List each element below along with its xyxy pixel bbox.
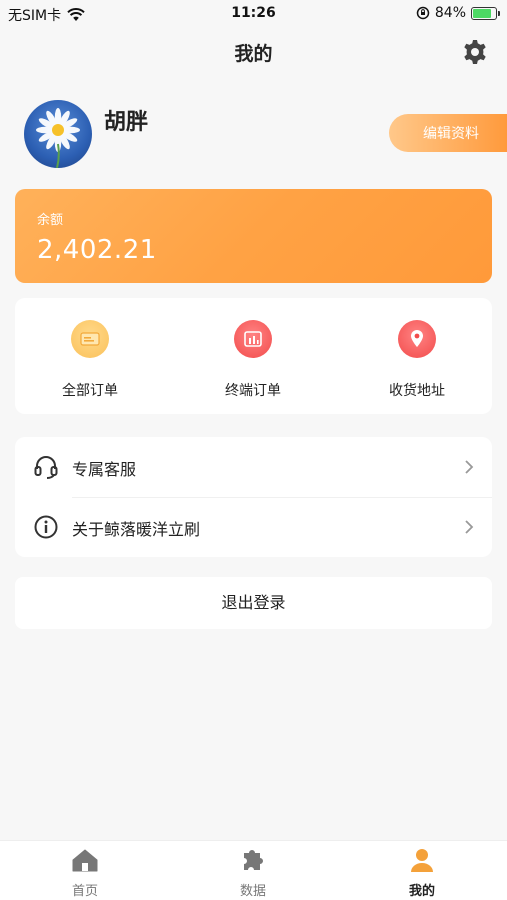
battery-fill xyxy=(473,8,491,18)
headset-icon xyxy=(34,456,58,479)
battery-percent: 84% xyxy=(434,5,466,21)
terminal-orders-icon xyxy=(234,320,272,358)
gear-icon xyxy=(464,40,486,64)
balance-value: 2,402.21 xyxy=(37,235,157,265)
user-icon xyxy=(411,849,433,872)
address-button[interactable]: 收货地址 xyxy=(352,316,482,406)
status-right: 84% xyxy=(416,5,500,21)
page-title: 我的 xyxy=(234,43,273,65)
status-bar: 无SIM卡 11:26 84% xyxy=(0,0,507,28)
address-icon xyxy=(398,320,436,358)
terminal-orders-label: 终端订单 xyxy=(225,383,281,399)
user-name: 胡胖 xyxy=(104,110,149,135)
puzzle-icon xyxy=(244,850,263,870)
tab-mine-label: 我的 xyxy=(408,884,435,899)
menu-label-about: 关于鲸落暖洋立刷 xyxy=(72,520,201,539)
balance-label: 余额 xyxy=(37,213,64,228)
logout-button[interactable]: 退出登录 xyxy=(15,577,492,629)
menu-item-about[interactable]: 关于鲸落暖洋立刷 xyxy=(15,497,492,557)
chevron-right-icon xyxy=(465,520,474,534)
menu-label-customer-service: 专属客服 xyxy=(72,460,137,479)
daisy-avatar-image xyxy=(36,108,80,168)
profile-section: 胡胖 编辑资料 xyxy=(0,96,507,176)
orders-card: 全部订单 终端订单 收货地址 xyxy=(15,298,492,414)
settings-button[interactable] xyxy=(461,38,489,66)
menu-item-customer-service[interactable]: 专属客服 xyxy=(15,437,492,498)
menu-card: 专属客服 关于鲸落暖洋立刷 xyxy=(15,437,492,557)
tab-data-label: 数据 xyxy=(239,884,266,899)
edit-profile-button[interactable]: 编辑资料 xyxy=(389,114,507,152)
chevron-right-icon xyxy=(465,460,474,474)
rotation-lock-icon xyxy=(416,6,430,20)
avatar[interactable] xyxy=(24,100,92,168)
info-icon xyxy=(34,515,58,539)
tab-bar: 首页 数据 我的 xyxy=(0,840,507,900)
home-icon xyxy=(72,849,98,872)
balance-card[interactable]: 余额 2,402.21 xyxy=(15,189,492,283)
tab-data[interactable]: 数据 xyxy=(203,847,303,899)
all-orders-icon xyxy=(71,320,109,358)
terminal-orders-button[interactable]: 终端订单 xyxy=(188,316,318,406)
all-orders-button[interactable]: 全部订单 xyxy=(25,316,155,406)
battery-icon xyxy=(471,6,500,20)
tab-mine[interactable]: 我的 xyxy=(372,847,472,899)
address-label: 收货地址 xyxy=(389,383,445,399)
tab-home[interactable]: 首页 xyxy=(35,847,135,899)
nav-bar: 我的 xyxy=(0,28,507,76)
all-orders-label: 全部订单 xyxy=(62,383,118,399)
tab-home-label: 首页 xyxy=(71,884,98,899)
